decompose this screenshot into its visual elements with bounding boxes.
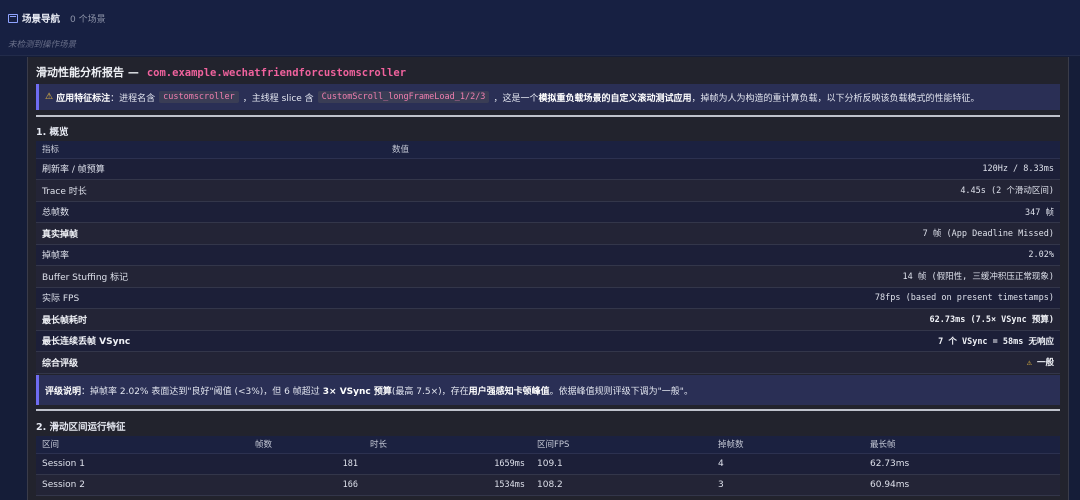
metric-label: 总帧数 [36,201,386,223]
table-row: Buffer Stuffing 标记 14 帧 (假阳性, 三缓冲积压正常现象) [36,265,1060,288]
rating-note-text: (最高 7.5×)，存在 [391,386,469,397]
feature-note-emphasis: 模拟重负载场景的自定义滚动测试应用 [538,93,692,104]
session-fps: 109.1 [531,453,712,475]
metric-label: 最长连续丢帧 VSync [36,330,386,352]
section-divider [36,409,1060,411]
metric-value: 347 帧 [386,201,1060,223]
column-header-metric: 指标 [36,141,386,159]
metric-value: 7 帧 (App Deadline Missed) [386,222,1060,245]
warning-icon: ⚠ [45,92,54,102]
table-row: Session 1 181 1659ms 109.1 4 62.73ms [36,453,1060,475]
rating-note-emphasis: 用户强感知卡顿峰值 [468,386,550,397]
package-name: com.example.wechatfriendforcustomscrolle… [146,67,407,79]
rating-note-text: 。依据峰值规则评级下调为"一般"。 [549,386,693,397]
column-header-value: 数值 [386,141,1060,159]
scene-navigation-header[interactable]: 场景导航 0 个场景 [8,11,106,25]
feature-note-text: ，主线程 slice 含 [242,93,314,104]
table-row: Session 2 166 1534ms 108.2 3 60.94ms [36,474,1060,496]
session-frames: 181 [249,453,364,475]
column-header-frames: 帧数 [249,436,364,454]
metric-label: 刷新率 / 帧预算 [36,158,386,180]
report-panel: 滑动性能分析报告 — com.example.wechatfriendforcu… [27,57,1069,500]
metric-value: 62.73ms (7.5× VSync 预算) [386,308,1060,331]
sessions-section-title: 2. 滑动区间运行特征 [36,422,126,433]
overview-section-title: 1. 概览 [36,127,69,138]
table-row: 总帧数 347 帧 [36,201,1060,223]
metric-label: 实际 FPS [36,287,386,309]
session-longest-frame: 62.73ms [864,453,1060,475]
metric-value: 4.45s (2 个滑动区间) [386,179,1060,202]
rating-text: 一般 [1036,358,1054,369]
report-title: 滑动性能分析报告 — com.example.wechatfriendforcu… [36,64,406,80]
warning-icon: ⚠ [1026,358,1032,369]
session-duration: 1534ms [364,474,531,496]
session-drops: 4 [712,453,864,475]
session-frames: 166 [249,474,364,496]
table-row: 刷新率 / 帧预算 120Hz / 8.33ms [36,158,1060,180]
table-row: 实际 FPS 78fps (based on present timestamp… [36,287,1060,309]
rating-note-callout: 评级说明 ：掉帧率 2.02% 表面达到"良好"阈值 (<3%)，但 6 帧超过… [36,375,1060,405]
overview-table: 指标 数值 刷新率 / 帧预算 120Hz / 8.33ms Trace 时长 … [36,141,1060,374]
sessions-table: 区间 帧数 时长 区间FPS 掉帧数 最长帧 Session 1 181 165… [36,436,1060,496]
table-row: 掉帧率 2.02% [36,244,1060,266]
report-heading: 滑动性能分析报告 — [36,66,139,79]
session-name: Session 1 [36,453,249,475]
metric-value: 14 帧 (假阳性, 三缓冲积压正常现象) [386,265,1060,288]
no-scene-message: 未检测到操作场景 [8,40,77,50]
slice-name-code: CustomScroll_longFrameLoad_1/2/3 [317,91,490,103]
metric-value: 120Hz / 8.33ms [386,158,1060,180]
metric-label: 真实掉帧 [36,222,386,245]
session-longest-frame: 60.94ms [864,474,1060,496]
section-divider [36,115,1060,117]
metric-label: Buffer Stuffing 标记 [36,265,386,288]
column-header-longest-frame: 最长帧 [864,436,1060,454]
metric-label: Trace 时长 [36,179,386,202]
process-name-code: customscroller [159,91,239,103]
rating-note-label: 评级说明 [45,386,82,397]
table-row: 综合评级 ⚠ 一般 [36,351,1060,374]
table-row: 最长帧耗时 62.73ms (7.5× VSync 预算) [36,308,1060,331]
table-row: 真实掉帧 7 帧 (App Deadline Missed) [36,222,1060,245]
scene-navigation-title: 场景导航 [22,14,61,25]
feature-note-text: ，这是一个 [493,93,539,104]
session-duration: 1659ms [364,453,531,475]
metric-value: 7 个 VSync = 58ms 无响应 [386,330,1060,352]
feature-note-text: ，掉帧为人为构造的重计算负载，以下分析反映该负载模式的性能特征。 [691,93,980,104]
column-header-drops: 掉帧数 [712,436,864,454]
metric-value: 2.02% [386,244,1060,266]
metric-label: 掉帧率 [36,244,386,266]
session-fps: 108.2 [531,474,712,496]
table-header-row: 区间 帧数 时长 区间FPS 掉帧数 最长帧 [36,436,1060,454]
column-header-session-fps: 区间FPS [531,436,712,454]
feature-note-callout: ⚠ 应用特征标注 ：进程名含 customscroller ，主线程 slice… [36,84,1060,110]
session-name: Session 2 [36,474,249,496]
session-drops: 3 [712,474,864,496]
table-row: 最长连续丢帧 VSync 7 个 VSync = 58ms 无响应 [36,330,1060,352]
rating-note-text: ：掉帧率 2.02% 表面达到"良好"阈值 (<3%)，但 6 帧超过 [81,386,320,397]
rating-note-emphasis: 3× VSync 预算 [322,386,392,397]
feature-note-label: 应用特征标注 [56,93,111,104]
metric-value: 78fps (based on present timestamps) [386,287,1060,309]
feature-note-text: ：进程名含 [110,93,156,104]
metric-label: 综合评级 [36,351,386,374]
scene-count: 0 个场景 [70,14,106,25]
table-header-row: 指标 数值 [36,141,1060,159]
calendar-icon [8,13,18,23]
scene-navigation-bar: 场景导航 0 个场景 未检测到操作场景 [0,0,1080,56]
column-header-session: 区间 [36,436,249,454]
table-row: Trace 时长 4.45s (2 个滑动区间) [36,179,1060,202]
column-header-duration: 时长 [364,436,531,454]
rating-value: ⚠ 一般 [386,351,1060,374]
metric-label: 最长帧耗时 [36,308,386,331]
